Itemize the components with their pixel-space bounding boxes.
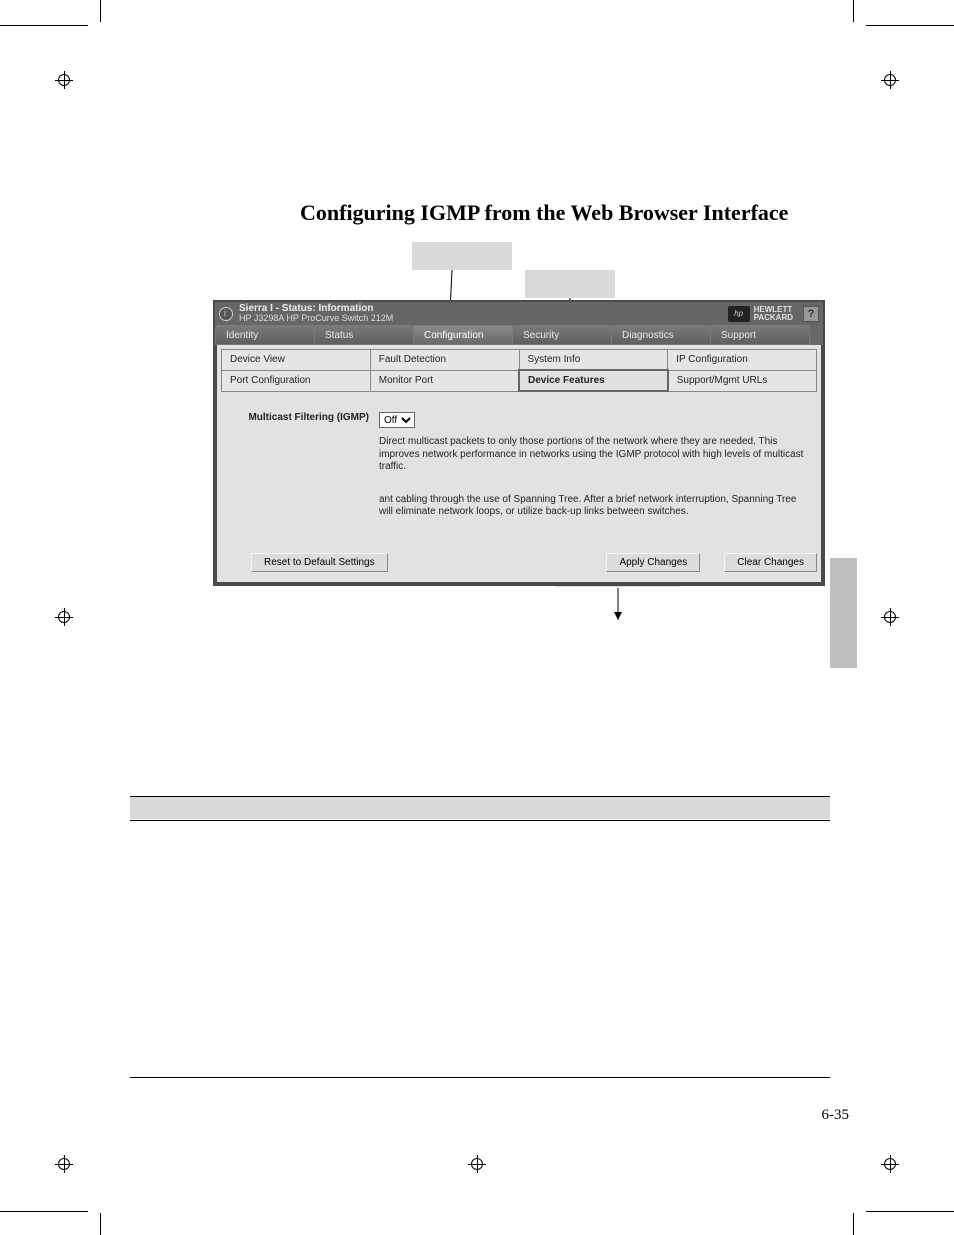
crop-mark	[0, 1211, 88, 1212]
subtab-system-info[interactable]: System Info	[519, 350, 668, 371]
info-icon	[219, 307, 233, 321]
subtab-device-view[interactable]: Device View	[222, 350, 371, 371]
callout-box	[525, 270, 615, 298]
logo-text: PACKARD	[754, 314, 793, 322]
horizontal-rule	[130, 1077, 830, 1078]
redaction-band	[130, 796, 830, 819]
registration-mark	[55, 71, 73, 89]
tab-status[interactable]: Status	[314, 325, 414, 345]
crop-mark	[866, 1211, 954, 1212]
subtab-fault-detection[interactable]: Fault Detection	[370, 350, 519, 371]
crop-mark	[853, 0, 854, 22]
hp-logo: hp HEWLETT PACKARD ?	[728, 306, 819, 322]
subtab-ip-config[interactable]: IP Configuration	[668, 350, 817, 371]
horizontal-rule	[130, 820, 830, 821]
subtab-monitor-port[interactable]: Monitor Port	[370, 370, 519, 391]
tab-security[interactable]: Security	[512, 325, 612, 345]
window-subtitle: HP J3298A HP ProCurve Switch 212M	[239, 314, 393, 323]
igmp-label: Multicast Filtering (IGMP)	[229, 412, 369, 423]
tab-identity[interactable]: Identity	[215, 325, 315, 345]
callout-lines	[0, 0, 954, 1235]
registration-mark	[881, 608, 899, 626]
crop-mark	[853, 1213, 854, 1235]
registration-mark	[55, 1155, 73, 1173]
subtab-support-urls[interactable]: Support/Mgmt URLs	[668, 370, 817, 391]
page-title: Configuring IGMP from the Web Browser In…	[300, 200, 788, 226]
hp-logo-icon: hp	[728, 306, 750, 322]
apply-button[interactable]: Apply Changes	[606, 553, 700, 572]
main-nav: Identity Status Configuration Security D…	[215, 325, 823, 345]
tab-configuration[interactable]: Configuration	[413, 325, 513, 345]
tab-support[interactable]: Support	[710, 325, 810, 345]
registration-mark	[55, 608, 73, 626]
crop-mark	[0, 25, 88, 26]
app-window: Sierra I - Status: Information HP J3298A…	[213, 300, 825, 586]
callout-box	[412, 242, 512, 270]
crop-mark	[100, 1213, 101, 1235]
registration-mark	[881, 71, 899, 89]
igmp-description: Direct multicast packets to only those p…	[379, 436, 809, 474]
subtab-device-features[interactable]: Device Features	[519, 370, 668, 391]
igmp-select[interactable]: Off	[379, 412, 415, 428]
tab-diagnostics[interactable]: Diagnostics	[611, 325, 711, 345]
reset-button[interactable]: Reset to Default Settings	[251, 553, 388, 572]
crop-mark	[100, 0, 101, 22]
content-panel: Device View Fault Detection System Info …	[215, 345, 823, 584]
help-button[interactable]: ?	[803, 306, 819, 322]
window-header: Sierra I - Status: Information HP J3298A…	[215, 302, 823, 325]
chapter-tab	[830, 558, 857, 668]
button-row: Reset to Default Settings Apply Changes …	[221, 549, 817, 578]
crop-mark	[866, 25, 954, 26]
page-number: 6-35	[822, 1107, 850, 1124]
feature-body: Multicast Filtering (IGMP) Off Direct mu…	[221, 392, 817, 549]
registration-mark	[881, 1155, 899, 1173]
stp-description: ant cabling through the use of Spanning …	[379, 494, 809, 519]
clear-button[interactable]: Clear Changes	[724, 553, 817, 572]
registration-mark	[468, 1155, 486, 1173]
sub-nav: Device View Fault Detection System Info …	[221, 349, 817, 392]
subtab-port-config[interactable]: Port Configuration	[222, 370, 371, 391]
